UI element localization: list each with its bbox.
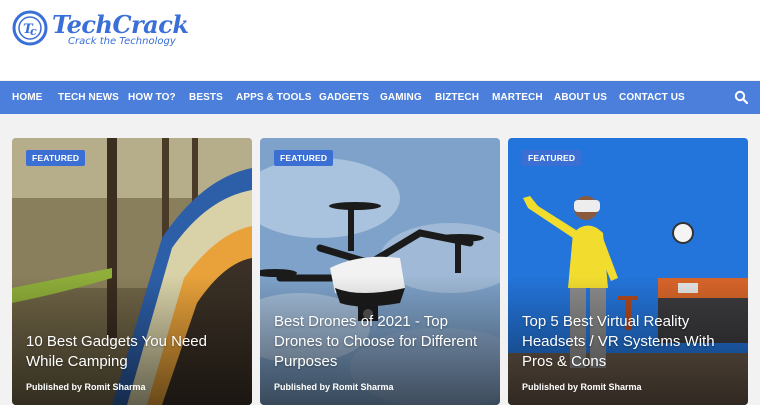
nav-item-tech-news[interactable]: TECH NEWS [58,81,119,114]
card-byline: Published by Romit Sharma [274,382,394,392]
featured-badge[interactable]: FEATURED [26,150,86,166]
card-title[interactable]: 10 Best Gadgets You Need While Camping [26,332,242,372]
nav-item-how-to[interactable]: HOW TO? [128,81,176,114]
featured-card-camping[interactable]: FEATURED 10 Best Gadgets You Need While … [12,138,252,405]
featured-badge[interactable]: FEATURED [522,150,582,166]
nav-item-biztech[interactable]: BIZTECH [435,81,479,114]
card-title[interactable]: Best Drones of 2021 - Top Drones to Choo… [274,312,490,372]
nav-item-martech[interactable]: MARTECH [492,81,543,114]
featured-card-vr-headsets[interactable]: FEATURED Top 5 Best Virtual Reality Head… [508,138,748,405]
author-link[interactable]: Romit Sharma [333,382,394,392]
author-link[interactable]: Romit Sharma [581,382,642,392]
nav-item-contact-us[interactable]: CONTACT US [619,81,685,114]
nav-item-home[interactable]: HOME [12,81,42,114]
card-byline: Published by Romit Sharma [522,382,642,392]
card-title[interactable]: Top 5 Best Virtual Reality Headsets / VR… [522,312,738,372]
byline-prefix: Published by [522,382,579,392]
search-icon[interactable] [734,90,748,104]
svg-text:c: c [30,25,37,38]
nav-item-about-us[interactable]: ABOUT US [554,81,607,114]
logo-tagline: Crack the Technology [68,36,176,47]
nav-item-gadgets[interactable]: GADGETS [319,81,369,114]
site-header: T c TechCrack Crack the Technology [0,0,760,80]
nav-item-gaming[interactable]: GAMING [380,81,422,114]
card-byline: Published by Romit Sharma [26,382,146,392]
nav-item-bests[interactable]: BESTS [189,81,223,114]
featured-card-drones[interactable]: FEATURED Best Drones of 2021 - Top Drone… [260,138,500,405]
site-logo[interactable]: T c TechCrack Crack the Technology [12,8,192,56]
byline-prefix: Published by [274,382,331,392]
featured-badge[interactable]: FEATURED [274,150,334,166]
logo-title: TechCrack [52,10,189,39]
main-nav: HOME TECH NEWS HOW TO? BESTS APPS & TOOL… [0,81,760,114]
byline-prefix: Published by [26,382,83,392]
nav-item-apps-tools[interactable]: APPS & TOOLS [236,81,311,114]
logo-badge-icon: T c [12,10,48,46]
author-link[interactable]: Romit Sharma [85,382,146,392]
